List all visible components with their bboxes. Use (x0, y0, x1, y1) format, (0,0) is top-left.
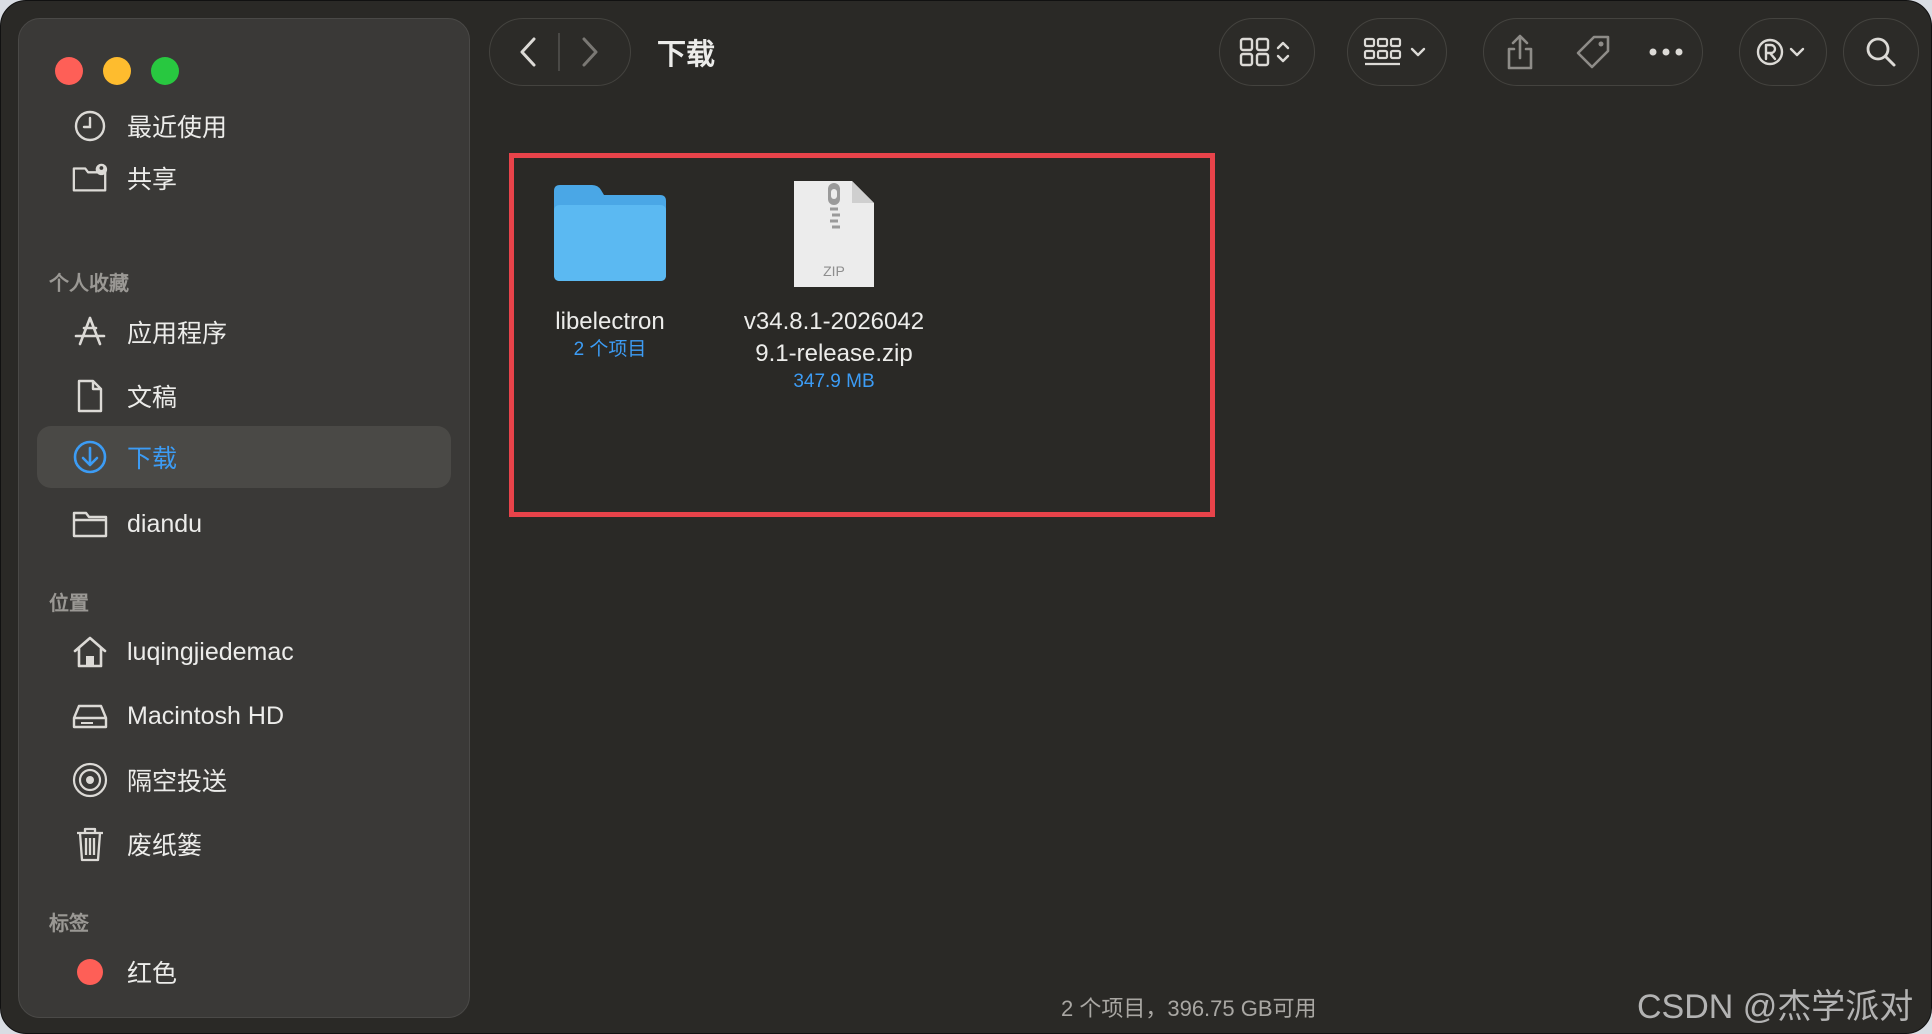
file-meta: 2 个项目 (573, 339, 647, 360)
sidebar-item-home[interactable]: luqingjiedemac (37, 621, 451, 683)
sidebar-item-label: Macintosh HD (127, 701, 284, 730)
group-by-button[interactable] (1347, 18, 1447, 86)
sidebar-item-airdrop[interactable]: 隔空投送 (37, 749, 451, 811)
tag-icon (1576, 35, 1610, 69)
sidebar-item-tag-red[interactable]: 红色 (37, 941, 451, 1003)
file-name-line1: v34.8.1-2026042 (743, 308, 925, 335)
download-icon (71, 438, 109, 476)
file-meta: 347.9 MB (793, 371, 875, 392)
file-item-folder[interactable]: libelectron 2 个项目 (529, 177, 691, 362)
airdrop-icon (71, 761, 109, 799)
locations-section-title: 位置 (49, 593, 89, 615)
sidebar-item-label: luqingjiedemac (127, 637, 294, 666)
search-icon (1866, 37, 1896, 67)
file-name: libelectron (555, 308, 665, 335)
share-icon (1508, 34, 1533, 70)
tag-button[interactable] (1565, 24, 1621, 80)
tags-section-title: 标签 (49, 913, 89, 935)
chevron-right-icon (582, 37, 598, 67)
minimize-window-button[interactable] (103, 57, 131, 85)
disk-icon (71, 697, 109, 735)
sidebar-item-label: 最近使用 (127, 114, 228, 142)
file-item-zip[interactable]: ZIP v34.8.1-2026042 9.1-release.zip 347.… (723, 177, 945, 394)
shared-folder-icon (71, 159, 109, 197)
sidebar-item-label: 下载 (127, 445, 178, 473)
file-name-line2: 9.1-release.zip (755, 340, 913, 367)
group-grid-icon (1363, 37, 1426, 66)
app-store-icon (71, 313, 109, 351)
sidebar-item-label: 隔空投送 (127, 768, 228, 796)
more-actions-button[interactable] (1638, 24, 1694, 80)
view-mode-button[interactable] (1219, 18, 1315, 86)
sidebar-item-label: diandu (127, 509, 203, 538)
ellipsis-icon (1649, 48, 1683, 56)
window-title: 下载 (657, 39, 716, 71)
sidebar-item-diandu[interactable]: diandu (37, 493, 451, 555)
sidebar-item-label: 应用程序 (127, 320, 228, 348)
actions-group (1483, 18, 1703, 86)
sidebar-item-label: 文稿 (127, 384, 178, 412)
clock-icon (71, 107, 109, 145)
extension-menu-button[interactable] (1739, 18, 1827, 86)
home-icon (71, 633, 109, 671)
folder-icon (71, 505, 109, 543)
favorites-section-title: 个人收藏 (49, 273, 129, 295)
zip-badge-label: ZIP (823, 263, 845, 279)
icon-view-grid-icon (1239, 37, 1290, 67)
tag-color-dot-icon (71, 953, 109, 991)
search-button[interactable] (1843, 18, 1919, 86)
chevron-left-icon (520, 37, 536, 67)
share-button[interactable] (1492, 24, 1548, 80)
sidebar-item-applications[interactable]: 应用程序 (37, 301, 451, 363)
sidebar-item-label: 红色 (127, 960, 178, 988)
close-window-button[interactable] (55, 57, 83, 85)
sidebar-item-label: 废纸篓 (127, 832, 203, 860)
back-button[interactable] (500, 24, 556, 80)
trash-icon (71, 825, 109, 863)
watermark-text: CSDN @杰学派对 (1637, 988, 1914, 1026)
blue-folder-icon (554, 185, 666, 281)
finder-window: 最近使用 共享 个人收藏 应用程序 文稿 下载 diandu 位置 luqing… (0, 0, 1932, 1034)
divider (558, 33, 560, 71)
sidebar-item-downloads[interactable]: 下载 (37, 426, 451, 488)
zoom-window-button[interactable] (151, 57, 179, 85)
sidebar-item-documents[interactable]: 文稿 (37, 365, 451, 427)
sidebar-item-trash[interactable]: 废纸篓 (37, 813, 451, 875)
forward-button[interactable] (562, 24, 618, 80)
document-icon (71, 377, 109, 415)
sidebar-item-macintosh-hd[interactable]: Macintosh HD (37, 685, 451, 747)
registered-icon (1756, 38, 1805, 66)
sidebar-item-label: 共享 (127, 166, 178, 194)
navigation-buttons (489, 18, 631, 86)
status-bar: 2 个项目，396.75 GB可用 (1061, 996, 1317, 1021)
sidebar: 最近使用 共享 个人收藏 应用程序 文稿 下载 diandu 位置 luqing… (18, 18, 470, 1018)
sidebar-item-shared[interactable]: 共享 (37, 147, 451, 209)
